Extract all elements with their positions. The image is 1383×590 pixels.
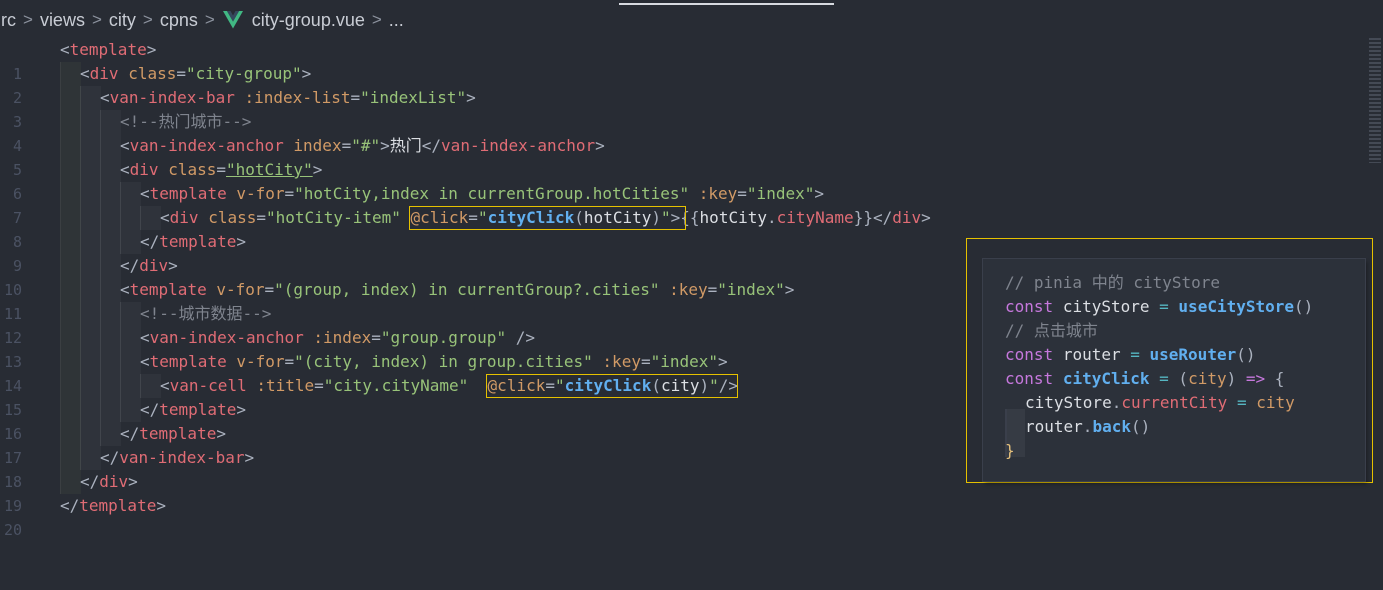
code-line: 20 </template> [0,494,1383,539]
breadcrumb-separator: > [91,10,102,29]
line-content: </div> [80,472,138,491]
breadcrumb-item-views[interactable]: views [39,10,86,31]
code-line: 6 <div class="hotCity"> [0,158,1383,203]
snippet-line: // pinia 中的 cityStore [1005,273,1221,292]
line-content: <template v-for="hotCity,index in curren… [140,184,824,203]
indent-guide [60,62,81,86]
line-content: <template> [60,40,157,59]
breadcrumb-separator: > [371,10,382,29]
snippet-line: const router = useRouter() [1005,345,1256,364]
breadcrumb-item-src[interactable]: rc [0,10,17,31]
line-content: <div class="hotCity-item" @click="cityCl… [160,208,931,227]
code-snippet-overlay: // pinia 中的 cityStore const cityStore = … [966,238,1373,483]
line-content: </template> [140,232,246,251]
breadcrumb: rc > views > city > cpns > city-group.vu… [0,0,1383,40]
code-comment: <!--热门城市--> [120,112,252,131]
line-content: </van-index-bar> [100,448,255,467]
line-content: <div class="hotCity"> [120,160,323,179]
line-content: <template v-for="(city, index) in group.… [140,352,728,371]
snippet-line: cityStore.currentCity = city [1025,393,1295,412]
snippet-line: } [1005,441,1015,460]
line-content: <div class="city-group"> [80,64,312,83]
breadcrumb-item-symbols[interactable]: ... [388,10,405,31]
active-tab-indicator [619,3,834,5]
line-content: <van-index-anchor index="#">热门</van-inde… [120,136,605,155]
line-number: 20 [3,521,22,539]
breadcrumb-item-cpns[interactable]: cpns [159,10,199,31]
code-line: 3 <van-index-bar :index-list="indexList"… [0,86,1383,131]
code-line: 7 <template v-for="hotCity,index in curr… [0,182,1383,227]
breadcrumb-separator: > [142,10,153,29]
line-content: <template v-for="(group, index) in curre… [120,280,795,299]
code-snippet-panel: // pinia 中的 cityStore const cityStore = … [983,259,1365,481]
snippet-line: // 点击城市 [1005,321,1098,340]
breadcrumb-separator: > [204,10,215,29]
line-content: <van-cell :title="city.cityName" @click=… [160,376,739,395]
line-content: </template> [60,496,166,515]
line-content: </div> [120,256,178,275]
code-comment: <!--城市数据--> [140,304,272,323]
snippet-line: const cityClick = (city) => { [1005,369,1285,388]
code-line: 4 <!--热门城市--> [0,110,1383,155]
minimap[interactable] [1369,38,1381,163]
code-line: 8 <div class="hotCity-item" @click="city… [0,206,1383,251]
indent-guide [80,86,101,110]
line-content: <van-index-anchor :index="group.group" /… [140,328,535,347]
breadcrumb-item-city[interactable]: city [108,10,137,31]
line-content: </template> [120,424,226,443]
code-line: 1 <template> [0,38,1383,83]
breadcrumb-item-file[interactable]: city-group.vue [251,10,366,31]
snippet-line: const cityStore = useCityStore() [1005,297,1314,316]
breadcrumb-separator: > [23,10,33,29]
indent-guide [60,86,81,110]
code-line: 2 <div class="city-group"> [0,62,1383,107]
line-content: </template> [140,400,246,419]
code-line: 5 <van-index-anchor index="#">热门</van-in… [0,134,1383,179]
snippet-line: router.back() [1025,417,1151,436]
vue-logo-icon [222,11,243,29]
line-content: <van-index-bar :index-list="indexList"> [100,88,476,107]
